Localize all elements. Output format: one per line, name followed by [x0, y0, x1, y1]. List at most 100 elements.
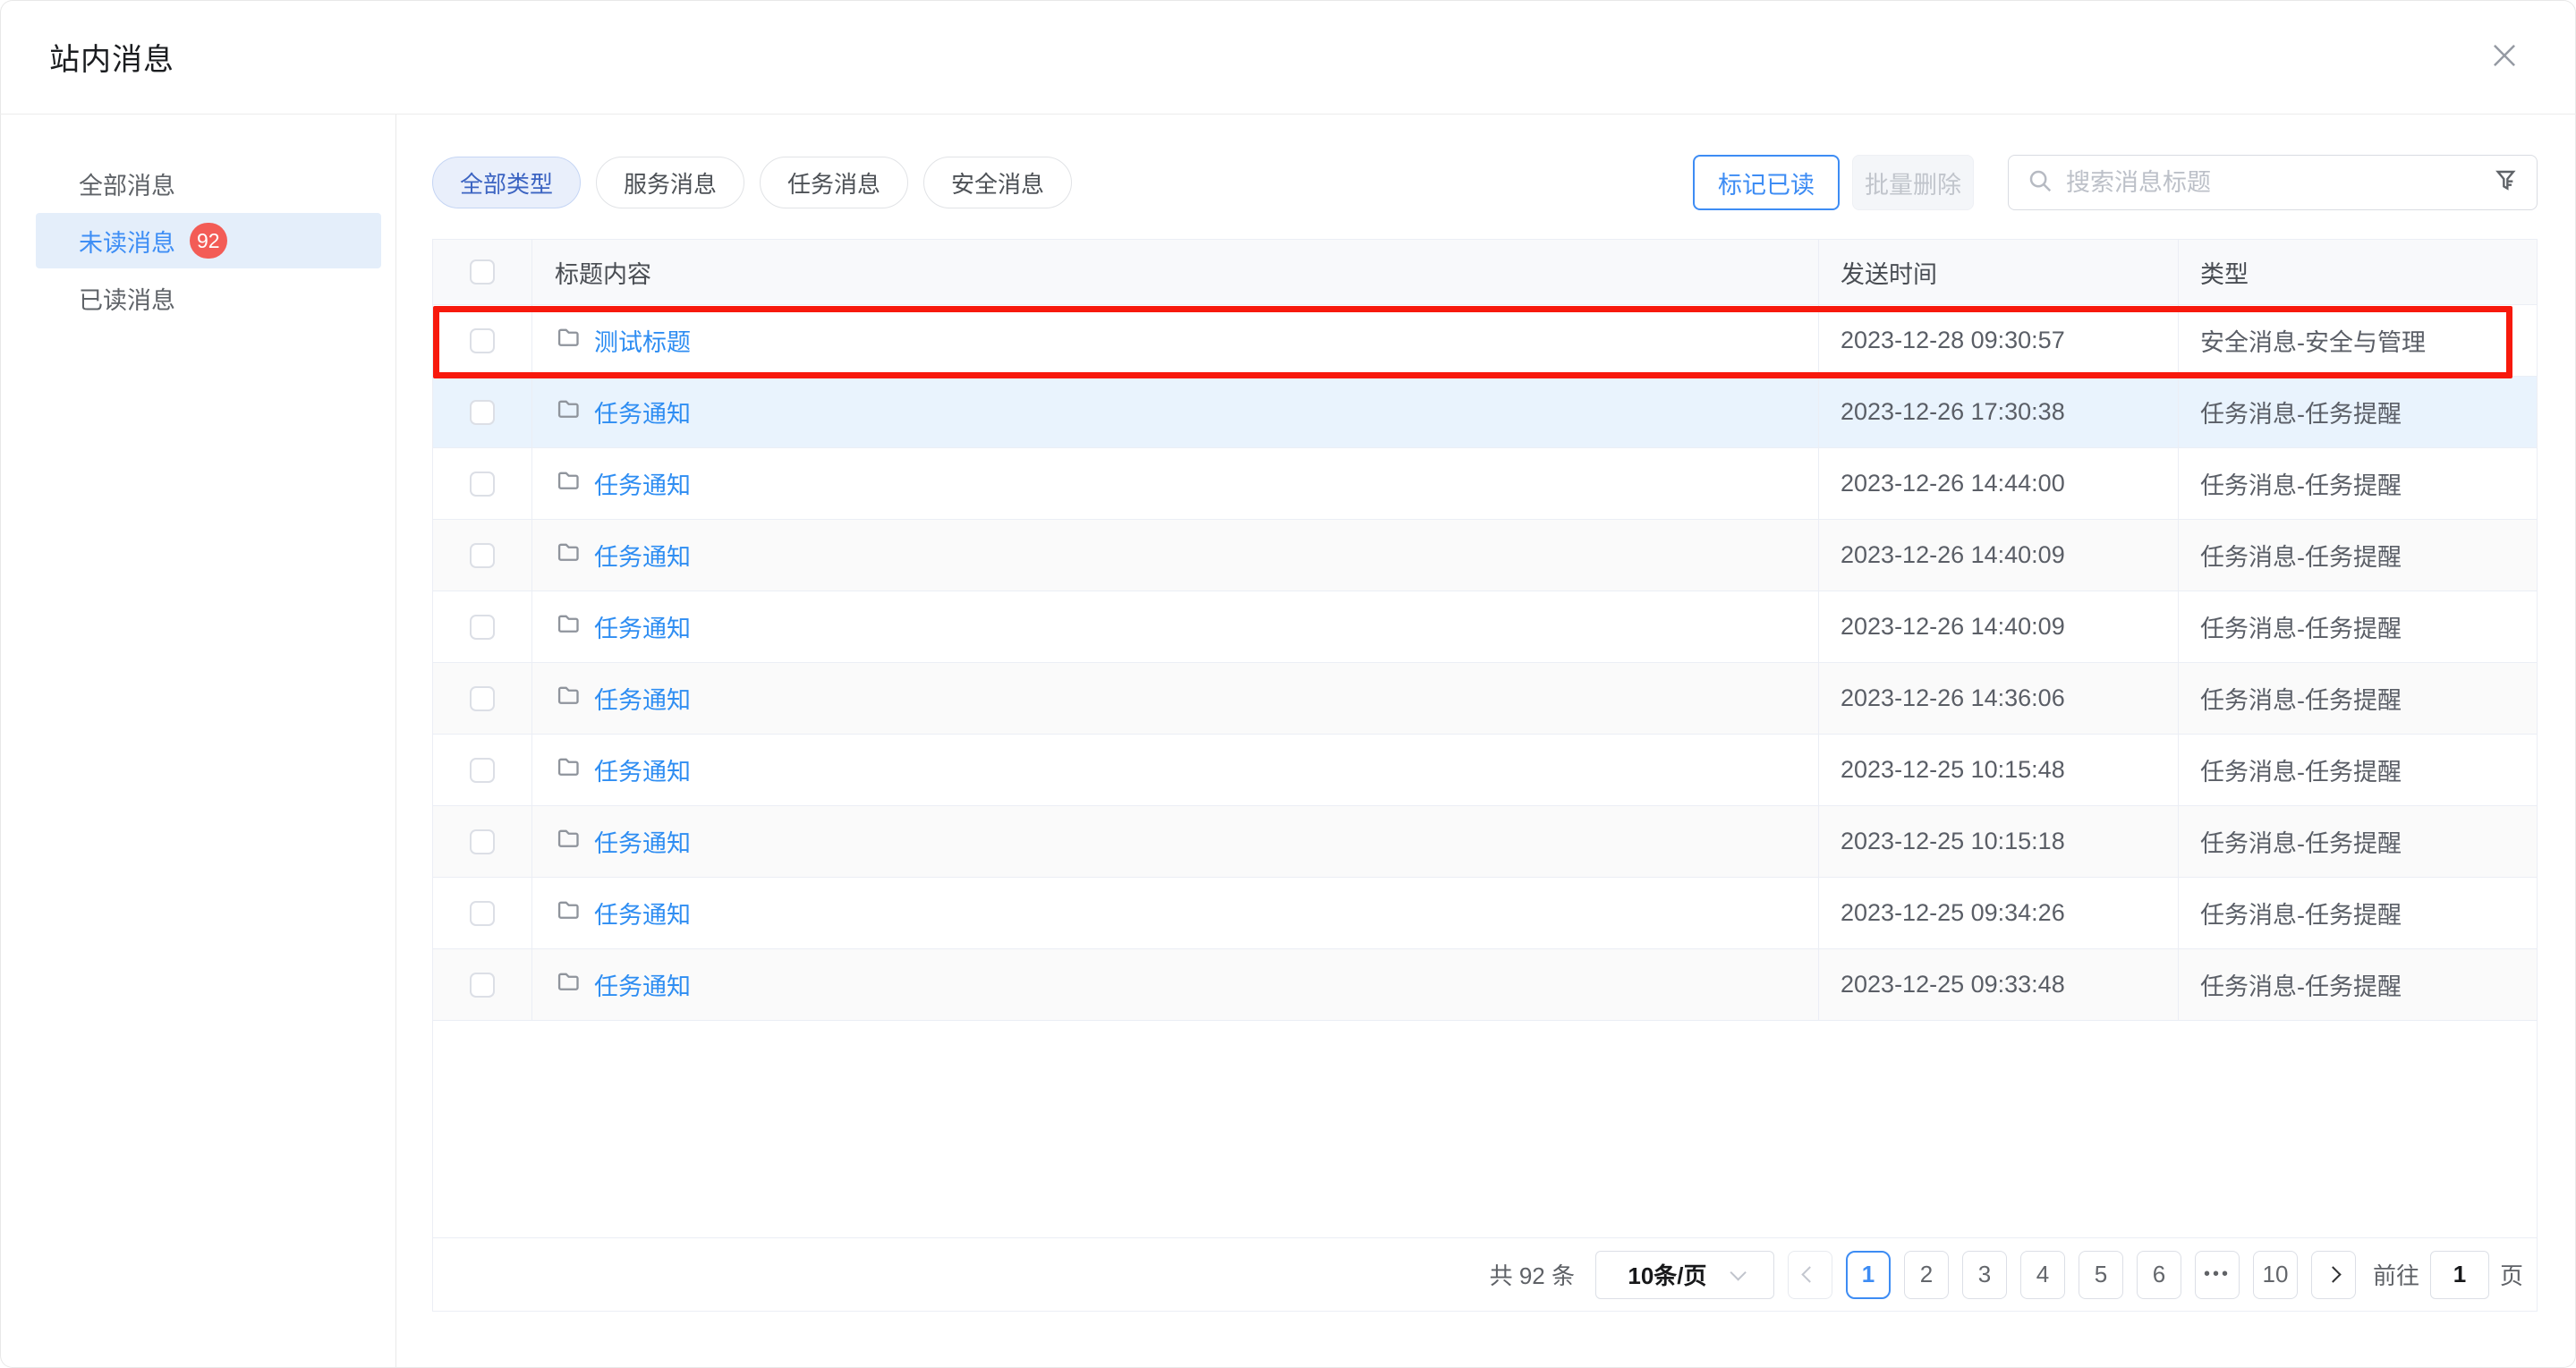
message-time: 2023-12-26 14:40:09 — [1819, 520, 2179, 591]
table-row[interactable]: 任务通知 2023-12-25 09:33:48 任务消息-任务提醒 — [433, 949, 2537, 1021]
message-type: 任务消息-任务提醒 — [2179, 735, 2537, 805]
message-title-link[interactable]: 任务通知 — [594, 395, 691, 429]
page-button-5[interactable]: 5 — [2079, 1251, 2123, 1299]
page-button-2[interactable]: 2 — [1904, 1251, 1949, 1299]
row-checkbox[interactable] — [470, 472, 495, 497]
message-title-link[interactable]: 任务通知 — [594, 967, 691, 1002]
table-row[interactable]: 任务通知 2023-12-26 14:40:09 任务消息-任务提醒 — [433, 520, 2537, 591]
row-checkbox[interactable] — [470, 686, 495, 711]
filter-funnel-icon[interactable] — [2492, 166, 2521, 200]
message-type: 安全消息-安全与管理 — [2179, 305, 2537, 376]
message-time: 2023-12-25 09:34:26 — [1819, 878, 2179, 948]
message-title-link[interactable]: 任务通知 — [594, 681, 691, 716]
page-unit-label: 页 — [2500, 1258, 2523, 1291]
sidebar-item-label: 全部消息 — [79, 166, 175, 201]
unread-count-badge: 92 — [190, 223, 227, 259]
message-title-link[interactable]: 任务通知 — [594, 466, 691, 501]
page-button-4[interactable]: 4 — [2020, 1251, 2065, 1299]
message-type: 任务消息-任务提醒 — [2179, 663, 2537, 734]
site-messages-modal: 站内消息 全部消息 未读消息 92 已读消息 — [0, 0, 2576, 1368]
folder-icon — [555, 325, 582, 356]
message-type: 任务消息-任务提醒 — [2179, 878, 2537, 948]
message-title-link[interactable]: 测试标题 — [594, 323, 691, 358]
message-time: 2023-12-28 09:30:57 — [1819, 305, 2179, 376]
table-row[interactable]: 任务通知 2023-12-25 10:15:48 任务消息-任务提醒 — [433, 735, 2537, 806]
message-time: 2023-12-26 14:44:00 — [1819, 448, 2179, 519]
folder-icon — [555, 683, 582, 714]
chip-security-messages[interactable]: 安全消息 — [923, 157, 1072, 208]
page-button-6[interactable]: 6 — [2137, 1251, 2181, 1299]
page-button-10[interactable]: 10 — [2253, 1251, 2298, 1299]
page-button-1[interactable]: 1 — [1846, 1251, 1891, 1299]
chip-service-messages[interactable]: 服务消息 — [596, 157, 744, 208]
message-time: 2023-12-26 14:36:06 — [1819, 663, 2179, 734]
page-button-3[interactable]: 3 — [1962, 1251, 2007, 1299]
toolbar-actions: 标记已读 批量删除 — [1693, 155, 2538, 210]
goto-label: 前往 — [2373, 1258, 2419, 1291]
row-checkbox[interactable] — [470, 901, 495, 926]
table-row[interactable]: 测试标题 2023-12-28 09:30:57 安全消息-安全与管理 — [433, 305, 2537, 377]
message-title-link[interactable]: 任务通知 — [594, 752, 691, 787]
total-count-label: 共 92 条 — [1490, 1258, 1575, 1291]
close-icon — [2487, 38, 2521, 75]
message-type: 任务消息-任务提醒 — [2179, 591, 2537, 662]
chevron-down-icon — [1730, 1264, 1746, 1280]
message-type: 任务消息-任务提醒 — [2179, 448, 2537, 519]
chevron-left-icon — [1802, 1266, 1818, 1282]
search-icon — [2027, 167, 2053, 199]
header-type: 类型 — [2179, 240, 2537, 304]
search-input[interactable] — [2066, 169, 2492, 197]
row-checkbox[interactable] — [470, 400, 495, 425]
table-row[interactable]: 任务通知 2023-12-26 14:36:06 任务消息-任务提醒 — [433, 663, 2537, 735]
sidebar-item-read-messages[interactable]: 已读消息 — [0, 270, 395, 326]
toolbar: 全部类型 服务消息 任务消息 安全消息 标记已读 批量删除 — [432, 155, 2538, 210]
close-button[interactable] — [2485, 38, 2524, 77]
chevron-right-icon — [2325, 1266, 2342, 1282]
message-time: 2023-12-25 10:15:48 — [1819, 735, 2179, 805]
messages-table: 标题内容 发送时间 类型 测试标题 2023-12-28 09:30:57 安全… — [432, 239, 2538, 1312]
select-all-checkbox[interactable] — [470, 259, 495, 285]
mark-read-button[interactable]: 标记已读 — [1693, 155, 1840, 210]
table-row[interactable]: 任务通知 2023-12-25 10:15:18 任务消息-任务提醒 — [433, 806, 2537, 878]
main-panel: 全部类型 服务消息 任务消息 安全消息 标记已读 批量删除 — [396, 115, 2576, 1367]
table-row[interactable]: 任务通知 2023-12-25 09:34:26 任务消息-任务提醒 — [433, 878, 2537, 949]
row-checkbox[interactable] — [470, 758, 495, 783]
folder-icon — [555, 897, 582, 929]
table-row[interactable]: 任务通知 2023-12-26 14:40:09 任务消息-任务提醒 — [433, 591, 2537, 663]
folder-icon — [555, 611, 582, 642]
message-title-link[interactable]: 任务通知 — [594, 538, 691, 573]
message-title-link[interactable]: 任务通知 — [594, 824, 691, 859]
folder-icon — [555, 826, 582, 857]
sidebar-item-unread-messages[interactable]: 未读消息 92 — [36, 213, 381, 268]
message-time: 2023-12-26 14:40:09 — [1819, 591, 2179, 662]
batch-delete-button[interactable]: 批量删除 — [1852, 155, 1974, 210]
table-header-row: 标题内容 发送时间 类型 — [433, 240, 2537, 305]
more-pages-button[interactable]: ••• — [2195, 1251, 2240, 1299]
message-type: 任务消息-任务提醒 — [2179, 806, 2537, 877]
prev-page-button[interactable] — [1788, 1251, 1832, 1299]
chip-task-messages[interactable]: 任务消息 — [760, 157, 908, 208]
row-checkbox[interactable] — [470, 615, 495, 640]
page-size-select[interactable]: 10条/页 — [1595, 1251, 1774, 1299]
message-type: 任务消息-任务提醒 — [2179, 949, 2537, 1020]
folder-icon — [555, 754, 582, 786]
modal-header: 站内消息 — [0, 0, 2576, 115]
search-box — [2008, 155, 2538, 210]
folder-icon — [555, 969, 582, 1000]
row-checkbox[interactable] — [470, 973, 495, 998]
next-page-button[interactable] — [2311, 1251, 2356, 1299]
goto-page-input[interactable] — [2430, 1251, 2489, 1299]
row-checkbox[interactable] — [470, 829, 495, 854]
row-checkbox[interactable] — [470, 543, 495, 568]
table-row[interactable]: 任务通知 2023-12-26 17:30:38 任务消息-任务提醒 — [433, 377, 2537, 448]
table-row[interactable]: 任务通知 2023-12-26 14:44:00 任务消息-任务提醒 — [433, 448, 2537, 520]
folder-icon — [555, 540, 582, 571]
message-title-link[interactable]: 任务通知 — [594, 896, 691, 930]
sidebar-item-all-messages[interactable]: 全部消息 — [0, 156, 395, 211]
chip-all-types[interactable]: 全部类型 — [432, 157, 581, 208]
message-type: 任务消息-任务提醒 — [2179, 520, 2537, 591]
folder-icon — [555, 396, 582, 428]
row-checkbox[interactable] — [470, 328, 495, 353]
message-title-link[interactable]: 任务通知 — [594, 609, 691, 644]
sidebar-item-label: 已读消息 — [79, 281, 175, 316]
